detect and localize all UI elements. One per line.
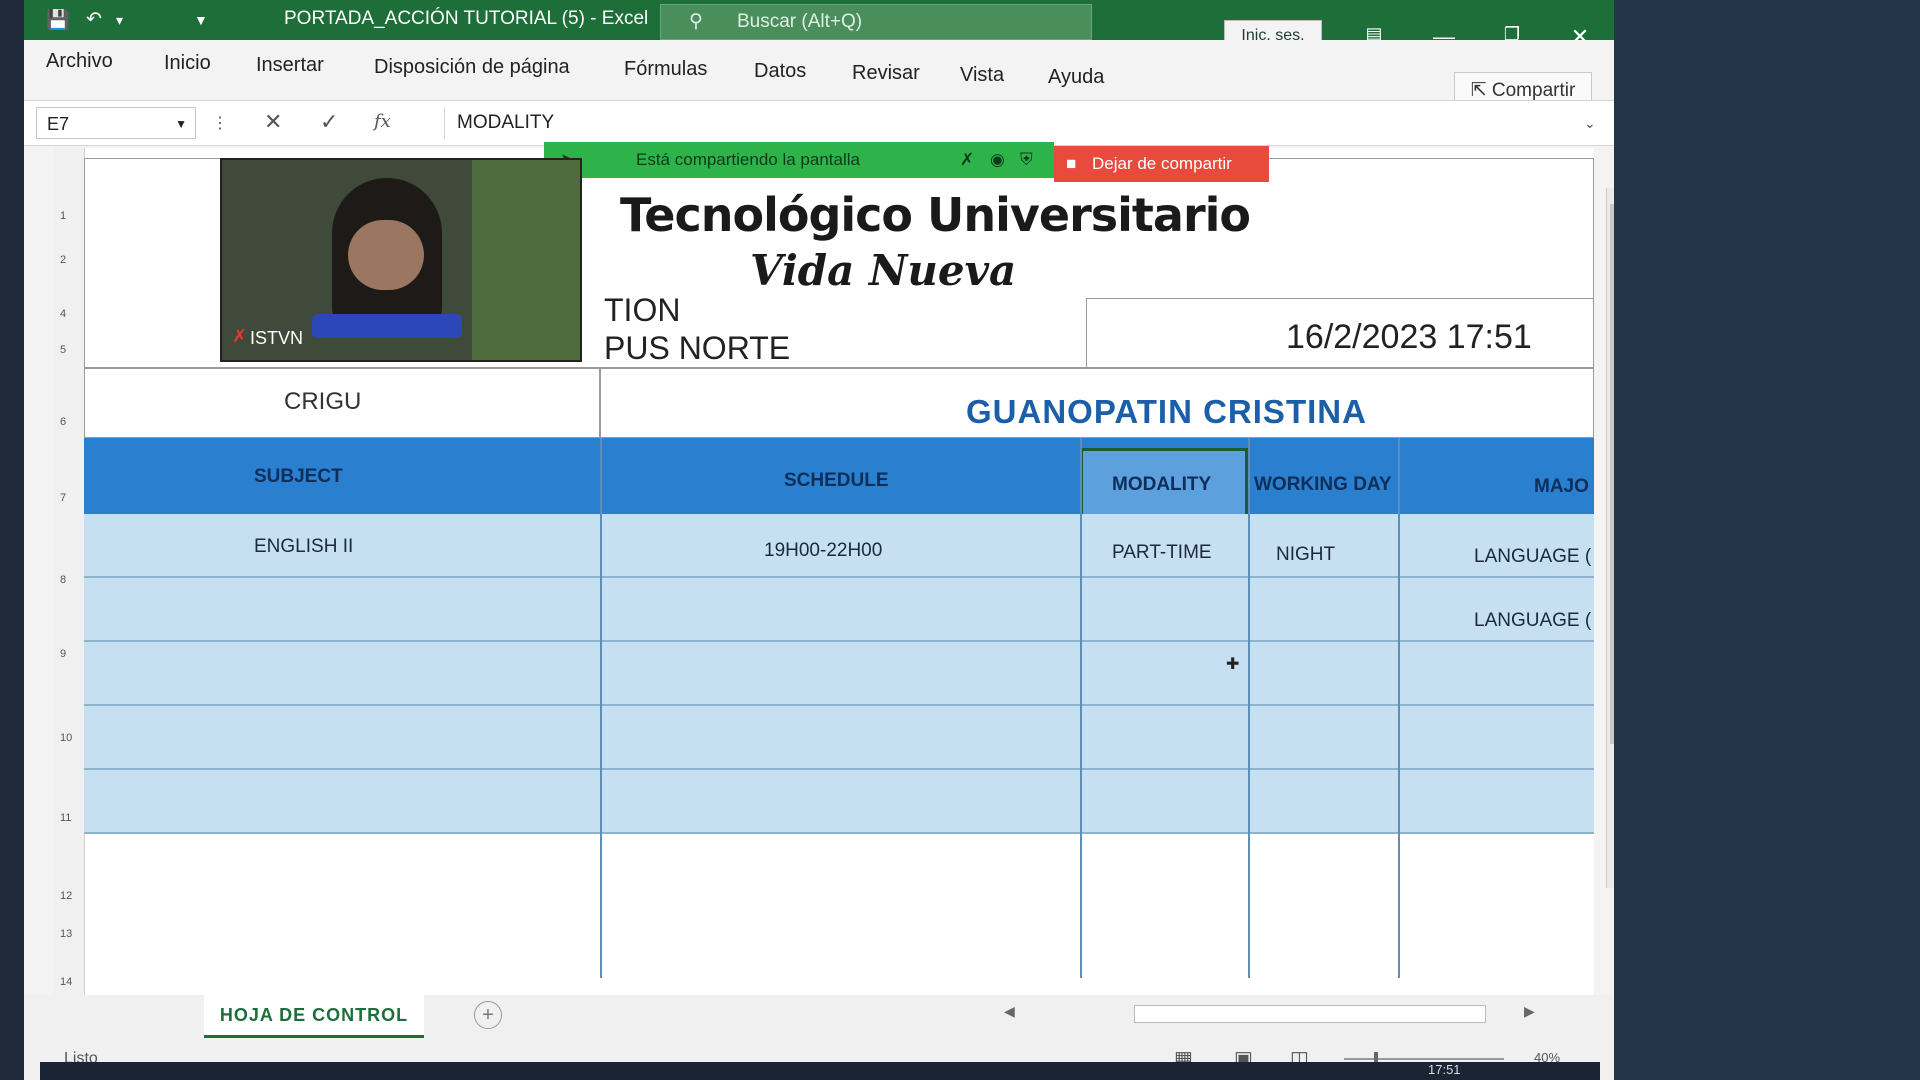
institution-title: Tecnológico Universitario: [620, 188, 1251, 242]
header-schedule[interactable]: SCHEDULE: [784, 470, 889, 492]
column-divider: [600, 438, 602, 978]
cell-cursor-icon: ✚: [1226, 656, 1240, 673]
row-number[interactable]: 14: [60, 976, 72, 988]
quick-access-dropdown-icon[interactable]: ▼: [194, 12, 208, 28]
header-modality[interactable]: MODALITY: [1112, 474, 1211, 496]
department-label: TION: [604, 292, 681, 328]
save-icon[interactable]: 💾: [46, 8, 70, 32]
table-row[interactable]: [84, 706, 1594, 770]
taskbar: 17:51: [40, 1062, 1600, 1080]
stop-sharing-label: Dejar de compartir: [1092, 154, 1232, 173]
campus-label: PUS NORTE: [604, 330, 791, 366]
taskbar-clock: 17:51: [1428, 1062, 1461, 1077]
search-icon: ⚲: [689, 11, 703, 32]
scroll-left-icon[interactable]: ◀: [1004, 1003, 1015, 1020]
tab-ayuda[interactable]: Ayuda: [1048, 66, 1104, 89]
column-divider: [1248, 438, 1250, 978]
webcam-wall: [472, 160, 580, 360]
undo-icon[interactable]: ↶: [86, 8, 102, 31]
cell-schedule[interactable]: 19H00-22H00: [764, 540, 882, 562]
column-divider: [1080, 438, 1082, 978]
row-number[interactable]: 9: [60, 648, 66, 660]
tab-archivo[interactable]: Archivo: [46, 50, 113, 73]
cancel-icon[interactable]: ✕: [264, 109, 282, 135]
title-bar: 💾 ↶ ▾ ▼ PORTADA_ACCIÓN TUTORIAL (5) - Ex…: [24, 0, 1614, 52]
scroll-right-icon[interactable]: ▶: [1524, 1003, 1535, 1020]
sheet-tab-hoja-de-control[interactable]: HOJA DE CONTROL: [204, 995, 424, 1038]
row-number[interactable]: 2: [60, 254, 66, 266]
tab-formulas[interactable]: Fórmulas: [624, 58, 707, 81]
vertical-scrollbar[interactable]: [1606, 188, 1614, 888]
header-working-day[interactable]: WORKING DAY: [1254, 474, 1392, 496]
table-row[interactable]: [84, 578, 1594, 642]
name-box-dropdown-icon[interactable]: ▼: [175, 108, 187, 140]
desktop-background-right: [1614, 0, 1920, 1080]
formula-bar: E7 ▼ ⋮ ✕ ✓ fx MODALITY ⌄: [24, 100, 1614, 146]
enter-check-icon[interactable]: ✓: [320, 109, 338, 135]
document-title: PORTADA_ACCIÓN TUTORIAL (5) - Excel: [284, 8, 649, 29]
student-code-cell[interactable]: CRIGU: [284, 388, 361, 416]
share-notice-text: Está compartiendo la pantalla: [636, 150, 860, 169]
screen-share-notice: ➤ Está compartiendo la pantalla ✗ ◉ ⛨: [544, 142, 1054, 178]
row-number[interactable]: 5: [60, 344, 66, 356]
header-major[interactable]: MAJO: [1534, 476, 1589, 498]
shield-icon[interactable]: ⛨: [1020, 142, 1033, 178]
sheet-tabs-bar: HOJA DE CONTROL + ◀ ▶: [24, 995, 1614, 1040]
tab-datos[interactable]: Datos: [754, 60, 806, 83]
column-divider: [1398, 438, 1400, 978]
add-sheet-button[interactable]: +: [474, 1001, 502, 1029]
row-number[interactable]: 6: [60, 416, 66, 428]
expand-formula-icon[interactable]: ⌄: [1584, 115, 1596, 132]
name-box[interactable]: E7 ▼: [36, 107, 196, 139]
cell-modality[interactable]: PART-TIME: [1112, 542, 1212, 564]
tab-inicio[interactable]: Inicio: [164, 52, 211, 75]
undo-dropdown-icon[interactable]: ▾: [116, 12, 123, 29]
cell-working-day[interactable]: NIGHT: [1276, 544, 1335, 566]
row-number[interactable]: 10: [60, 732, 72, 744]
insert-function-icon[interactable]: fx: [374, 111, 391, 132]
webcam-face: [348, 220, 424, 290]
row-headers: 1 2 4 5 6 7 8 9 10 11 12 13 14: [54, 148, 85, 998]
institution-subtitle: Vida Nueva: [750, 246, 1017, 295]
table-row[interactable]: [84, 642, 1594, 706]
tab-vista[interactable]: Vista: [960, 64, 1004, 87]
row-number[interactable]: 8: [60, 574, 66, 586]
record-icon[interactable]: ◉: [990, 142, 1005, 178]
table-row[interactable]: [84, 770, 1594, 834]
row-number[interactable]: 4: [60, 308, 66, 320]
zoom-slider[interactable]: [1344, 1058, 1504, 1060]
stop-icon: ■: [1066, 154, 1077, 173]
row-number[interactable]: 12: [60, 890, 72, 902]
mic-off-icon: ✗: [232, 326, 248, 346]
header-subject[interactable]: SUBJECT: [254, 466, 343, 488]
webcam-preview[interactable]: ✗ ISTVN: [220, 158, 582, 362]
search-box[interactable]: ⚲ Buscar (Alt+Q): [660, 4, 1092, 40]
excel-window: 💾 ↶ ▾ ▼ PORTADA_ACCIÓN TUTORIAL (5) - Ex…: [24, 0, 1614, 1080]
horizontal-scrollbar[interactable]: [1134, 1005, 1486, 1023]
cell-major[interactable]: LANGUAGE (: [1474, 546, 1591, 568]
cell-subject[interactable]: ENGLISH II: [254, 536, 353, 558]
row-number[interactable]: 7: [60, 492, 66, 504]
more-options-icon[interactable]: ⋮: [212, 113, 228, 133]
share-icon: ⇱: [1470, 80, 1487, 101]
scrollbar-thumb[interactable]: [1610, 204, 1614, 744]
mic-muted-icon[interactable]: ✗: [960, 142, 974, 178]
cell-major[interactable]: LANGUAGE (: [1474, 610, 1591, 632]
formula-input[interactable]: MODALITY: [444, 107, 1594, 139]
participant-name: ISTVN: [250, 328, 304, 348]
search-placeholder: Buscar (Alt+Q): [737, 11, 863, 32]
date-time-cell[interactable]: 16/2/2023 17:51: [1286, 318, 1532, 357]
tab-disposicion[interactable]: Disposición de página: [374, 56, 570, 79]
row-number[interactable]: 11: [60, 812, 71, 824]
row-number[interactable]: 1: [60, 210, 66, 222]
tab-insertar[interactable]: Insertar: [256, 54, 324, 77]
name-box-value: E7: [47, 114, 70, 134]
share-label: Compartir: [1491, 80, 1576, 101]
webcam-phone: [312, 314, 462, 338]
stop-sharing-button[interactable]: ■ Dejar de compartir: [1054, 146, 1269, 182]
row-number[interactable]: 13: [60, 928, 72, 940]
student-name-cell[interactable]: GUANOPATIN CRISTINA: [966, 393, 1367, 431]
tab-revisar[interactable]: Revisar: [852, 62, 920, 85]
ribbon-tabs: Archivo Inicio Insertar Disposición de p…: [24, 40, 1614, 96]
